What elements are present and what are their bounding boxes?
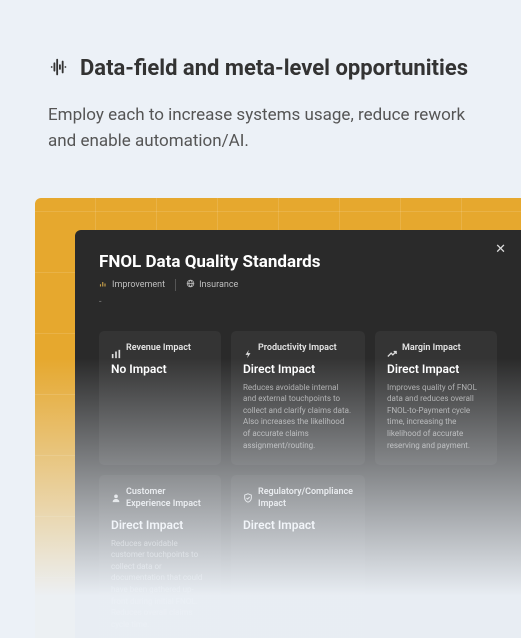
- card-value: Direct Impact: [243, 362, 353, 376]
- insurance-tag-label: Insurance: [199, 280, 238, 290]
- card-label: Margin Impact: [402, 343, 461, 355]
- tag-separator: [175, 279, 176, 291]
- page-header: Data-field and meta-level opportunities …: [0, 0, 521, 154]
- card-value: No Impact: [111, 362, 209, 376]
- user-icon: [111, 488, 121, 498]
- card-value: Direct Impact: [111, 518, 209, 532]
- card-revenue: Revenue Impact No Impact: [99, 331, 221, 465]
- page-subtitle: Employ each to increase systems usage, r…: [48, 102, 473, 155]
- card-value: Direct Impact: [387, 362, 485, 376]
- improvement-icon: [99, 279, 108, 291]
- improvement-tag-label: Improvement: [112, 280, 165, 290]
- card-body: Reduces avoidable customer touchpoints t…: [111, 538, 209, 631]
- app-frame: ✕ FNOL Data Quality Standards Improvemen…: [35, 198, 521, 638]
- card-productivity: Productivity Impact Direct Impact Reduce…: [231, 331, 365, 465]
- card-label: Customer Experience Impact: [126, 487, 209, 510]
- card-regulatory: Regulatory/Compliance Impact Direct Impa…: [231, 475, 365, 638]
- modal-title: FNOL Data Quality Standards: [99, 252, 497, 272]
- card-label: Productivity Impact: [258, 343, 337, 355]
- page-title: Data-field and meta-level opportunities: [80, 54, 468, 84]
- shield-check-icon: [243, 488, 253, 498]
- card-customer-experience: Customer Experience Impact Direct Impact…: [99, 475, 221, 638]
- card-label: Revenue Impact: [126, 343, 191, 355]
- tag-row: Improvement Insurance: [99, 279, 497, 291]
- waveform-icon: [48, 56, 70, 82]
- card-label: Regulatory/Compliance Impact: [258, 487, 353, 510]
- close-icon[interactable]: ✕: [492, 240, 509, 259]
- bolt-icon: [243, 344, 253, 354]
- card-placeholder: [375, 475, 497, 638]
- card-body: Reduces avoidable internal and external …: [243, 382, 353, 452]
- bar-chart-icon: [111, 344, 121, 354]
- modal-sub: -: [99, 297, 497, 307]
- insurance-icon: [186, 279, 195, 291]
- card-body: Improves quality of FNOL data and reduce…: [387, 382, 485, 452]
- cards-grid: Revenue Impact No Impact Productivity Im…: [99, 331, 497, 638]
- modal: ✕ FNOL Data Quality Standards Improvemen…: [75, 230, 521, 638]
- card-value: Direct Impact: [243, 518, 353, 532]
- card-margin: Margin Impact Direct Impact Improves qua…: [375, 331, 497, 465]
- trend-up-icon: [387, 344, 397, 354]
- improvement-tag: Improvement: [99, 279, 165, 291]
- title-row: Data-field and meta-level opportunities: [48, 54, 473, 84]
- insurance-tag: Insurance: [186, 279, 238, 291]
